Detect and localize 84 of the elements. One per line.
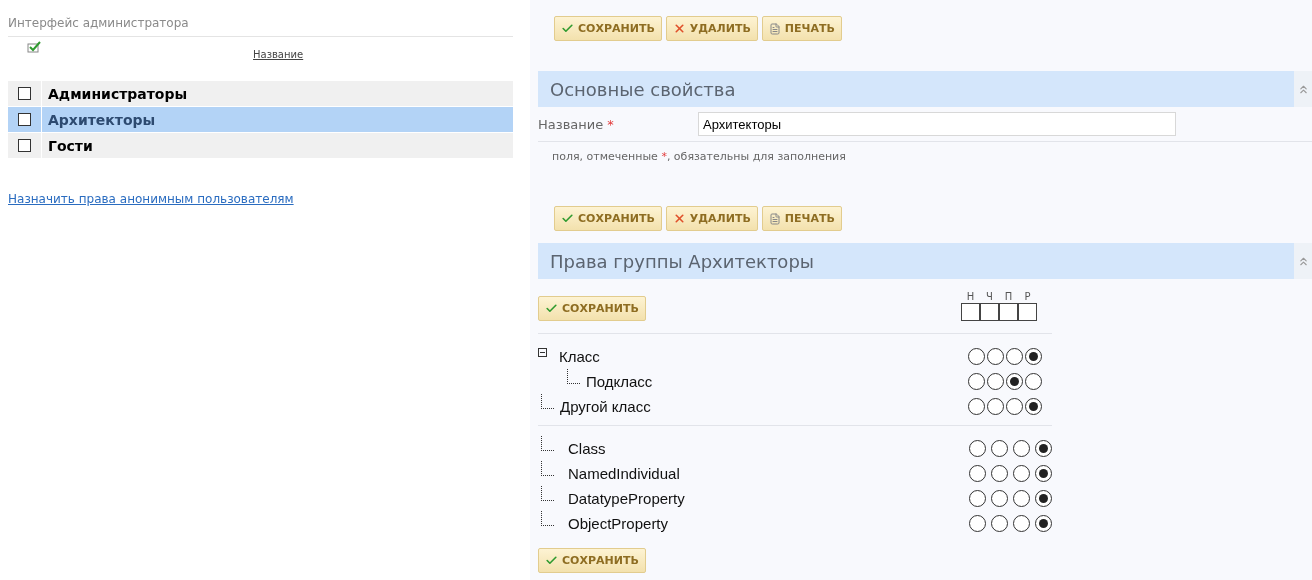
radio-button[interactable] [969,465,986,482]
radio-button[interactable] [987,348,1004,365]
document-icon [768,212,781,225]
radio-button[interactable] [1025,348,1042,365]
tree-connector [541,486,554,501]
radio-button[interactable] [1025,373,1042,390]
check-icon [545,302,558,315]
note-text: , обязательны для заполнения [666,150,846,163]
column-label: Н [966,291,975,303]
radio-button[interactable] [991,515,1008,532]
radio-button[interactable] [991,490,1008,507]
radio-button[interactable] [968,398,985,415]
radio-button[interactable] [987,398,1004,415]
radio-button[interactable] [1035,490,1052,507]
tree-connector [541,394,554,409]
radio-button[interactable] [969,490,986,507]
name-field[interactable]: Архитекторы [698,112,1176,136]
section-title: Права группы Архитекторы [549,250,814,272]
tree-item[interactable]: Подкласс [586,373,653,390]
tree-item[interactable]: Другой класс [560,398,651,415]
delete-button[interactable]: УДАЛИТЬ [665,16,758,41]
radio-button[interactable] [1006,373,1023,390]
radio-button[interactable] [969,440,986,457]
radio-button[interactable] [969,515,986,532]
radio-button[interactable] [1035,465,1052,482]
column-label: П [1004,291,1013,303]
radio-button[interactable] [1013,440,1030,457]
cross-icon [672,22,686,35]
check-icon [561,212,574,225]
radio-button[interactable] [968,373,985,390]
save-button[interactable]: СОХРАНИТЬ [538,548,646,573]
radio-button[interactable] [1035,515,1052,532]
checkbox[interactable] [999,303,1018,321]
radio-button[interactable] [1013,515,1030,532]
tree-connector [541,511,554,526]
save-button[interactable]: СОХРАНИТЬ [554,16,662,41]
required-mark: * [607,116,614,132]
checkbox[interactable] [18,113,31,126]
radio-button[interactable] [1035,440,1052,457]
checkbox[interactable] [18,87,31,100]
collapse-icon[interactable] [538,348,547,357]
column-label: Ч [986,291,993,303]
group-item[interactable]: Администраторы [42,81,513,106]
check-all-icon[interactable] [27,41,41,53]
tree-connector [541,436,554,451]
radio-button[interactable] [991,440,1008,457]
field-label: Название [538,116,604,132]
radio-button[interactable] [1006,398,1023,415]
delete-button[interactable]: УДАЛИТЬ [665,206,758,231]
radio-button[interactable] [968,348,985,365]
save-button[interactable]: СОХРАНИТЬ [538,296,646,321]
document-icon [768,22,781,35]
checkbox[interactable] [961,303,980,321]
panel-title: Интерфейс администратора [8,16,513,37]
radio-button[interactable] [1013,465,1030,482]
radio-button[interactable] [991,465,1008,482]
radio-button[interactable] [987,373,1004,390]
checkbox[interactable] [1018,303,1037,321]
check-icon [545,554,558,567]
required-mark: * [661,150,667,163]
tree-item[interactable]: Class [568,440,606,457]
checkbox[interactable] [980,303,999,321]
print-button[interactable]: ПЕЧАТЬ [761,206,842,231]
column-header[interactable]: Название [253,49,304,60]
radio-button[interactable] [1006,348,1023,365]
section-title: Основные свойства [549,78,736,100]
tree-connector [567,369,580,384]
print-button[interactable]: ПЕЧАТЬ [761,16,842,41]
radio-button[interactable] [1013,490,1030,507]
check-icon [561,22,574,35]
anonymous-rights-link[interactable]: Назначить права анонимным пользователям [8,192,294,206]
tree-item[interactable]: DatatypeProperty [568,490,685,507]
cross-icon [672,212,686,225]
save-button[interactable]: СОХРАНИТЬ [554,206,662,231]
note-text: поля, отмеченные [552,150,659,163]
group-item[interactable]: Гости [42,133,513,158]
column-label: Р [1024,291,1031,303]
tree-item[interactable]: Класс [559,348,600,365]
checkbox[interactable] [18,139,31,152]
tree-connector [541,461,554,476]
radio-button[interactable] [1025,398,1042,415]
tree-item[interactable]: NamedIndividual [568,465,680,482]
group-item[interactable]: Архитекторы [42,107,513,132]
tree-item[interactable]: ObjectProperty [568,515,669,532]
